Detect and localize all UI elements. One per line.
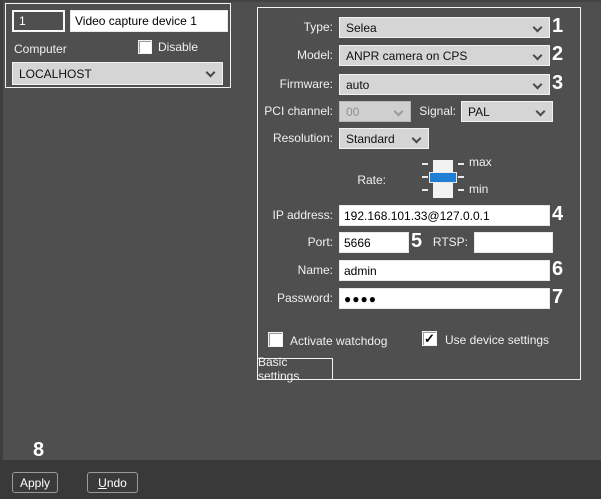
resolution-select[interactable]: Standard xyxy=(339,128,429,149)
apply-button-label: Apply xyxy=(20,476,50,490)
chevron-down-icon xyxy=(533,80,543,90)
rate-max-label: max xyxy=(469,152,492,173)
activate-watchdog-label: Activate watchdog xyxy=(290,331,387,352)
annotation-7: 7 xyxy=(552,287,563,308)
use-device-settings-label: Use device settings xyxy=(445,330,549,351)
chevron-down-icon xyxy=(412,134,422,144)
disable-checkbox[interactable] xyxy=(138,40,152,54)
device-number-field[interactable]: 1 xyxy=(12,10,65,32)
rate-label: Rate: xyxy=(316,170,386,191)
computer-select[interactable]: LOCALHOST xyxy=(12,62,223,85)
undo-button-label: ndo xyxy=(107,476,127,490)
signal-select-value: PAL xyxy=(468,105,490,119)
ip-address-input[interactable] xyxy=(339,205,550,226)
chevron-down-icon xyxy=(536,107,546,117)
tab-basic-settings[interactable]: Basic settings xyxy=(257,358,333,380)
chevron-down-icon xyxy=(533,51,543,61)
pci-channel-select-value: 00 xyxy=(346,105,359,119)
chevron-down-icon xyxy=(206,68,216,78)
computer-label: Computer xyxy=(14,39,67,60)
port-label: Port: xyxy=(263,232,333,253)
device-settings-screen: 1 Computer Disable LOCALHOST Type: Selea… xyxy=(0,0,601,499)
ip-address-label: IP address: xyxy=(263,205,333,226)
tick-mark xyxy=(458,176,464,178)
device-name-input[interactable] xyxy=(70,10,228,32)
port-input[interactable] xyxy=(339,232,409,253)
settings-panel: Type: Selea Model: ANPR camera on CPS Fi… xyxy=(257,7,581,380)
firmware-select-value: auto xyxy=(346,78,369,92)
undo-button[interactable]: Undo xyxy=(87,472,138,493)
activate-watchdog-checkbox[interactable] xyxy=(268,332,283,347)
annotation-3: 3 xyxy=(552,73,563,94)
device-panel: 1 Computer Disable LOCALHOST xyxy=(5,3,231,88)
tick-mark xyxy=(422,176,428,178)
tick-mark xyxy=(458,189,464,191)
type-select[interactable]: Selea xyxy=(339,17,550,38)
name-label: Name: xyxy=(263,260,333,281)
tick-mark xyxy=(458,163,464,165)
password-input[interactable] xyxy=(339,288,550,309)
rate-slider-thumb[interactable] xyxy=(429,172,457,183)
resolution-select-value: Standard xyxy=(346,132,395,146)
use-device-settings-checkbox[interactable]: ✓ xyxy=(422,331,437,346)
checkmark-icon: ✓ xyxy=(424,332,435,345)
annotation-1: 1 xyxy=(552,16,563,37)
rate-min-label: min xyxy=(469,179,488,200)
type-select-value: Selea xyxy=(346,21,377,35)
annotation-5: 5 xyxy=(411,231,422,252)
type-label: Type: xyxy=(263,17,333,38)
firmware-label: Firmware: xyxy=(263,74,333,95)
annotation-2: 2 xyxy=(552,44,563,65)
tick-mark xyxy=(422,163,428,165)
signal-label: Signal: xyxy=(401,101,456,122)
annotation-4: 4 xyxy=(552,204,563,225)
model-select[interactable]: ANPR camera on CPS xyxy=(339,45,550,66)
pci-channel-label: PCI channel: xyxy=(263,101,333,122)
disable-label: Disable xyxy=(158,37,198,58)
undo-button-accel: U xyxy=(98,476,107,490)
name-input[interactable] xyxy=(339,260,550,281)
rtsp-input[interactable] xyxy=(474,232,553,253)
firmware-select[interactable]: auto xyxy=(339,74,550,95)
bottom-action-bar: Apply Undo xyxy=(0,460,601,499)
annotation-6: 6 xyxy=(552,259,563,280)
password-label: Password: xyxy=(263,288,333,309)
model-select-value: ANPR camera on CPS xyxy=(346,49,467,63)
tab-basic-settings-label: Basic settings xyxy=(258,355,332,383)
resolution-label: Resolution: xyxy=(263,128,333,149)
annotation-8: 8 xyxy=(33,440,44,461)
apply-button[interactable]: Apply xyxy=(12,472,58,493)
signal-select[interactable]: PAL xyxy=(461,101,553,122)
computer-select-value: LOCALHOST xyxy=(19,67,92,81)
model-label: Model: xyxy=(263,45,333,66)
tick-mark xyxy=(422,189,428,191)
rtsp-label: RTSP: xyxy=(426,232,468,253)
rate-slider[interactable]: max min xyxy=(418,156,553,211)
chevron-down-icon xyxy=(533,23,543,33)
